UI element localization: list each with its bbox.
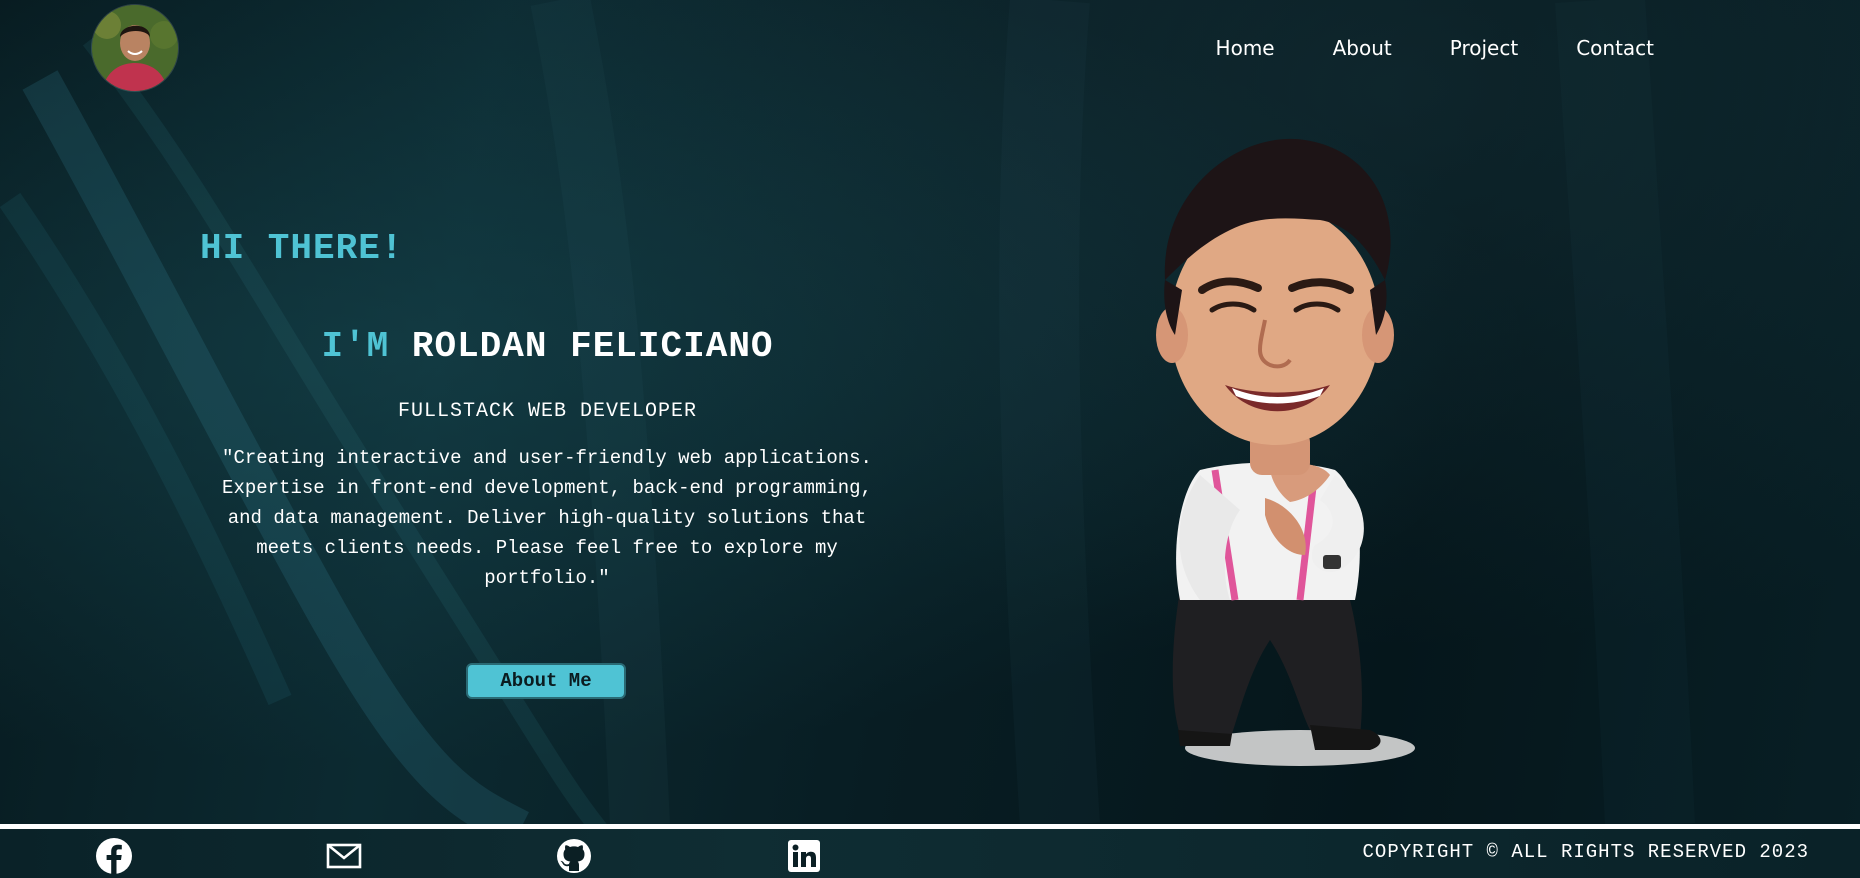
linkedin-link[interactable] (785, 837, 823, 875)
hero-im: I'M (321, 326, 390, 367)
about-me-button[interactable]: About Me (466, 663, 626, 699)
site-header: Home About Project Contact (0, 0, 1860, 100)
facebook-icon (96, 838, 132, 874)
copyright-text: COPYRIGHT © ALL RIGHTS RESERVED 2023 (1362, 841, 1809, 863)
nav-project-link[interactable]: Project (1450, 36, 1518, 60)
nav-home-link[interactable]: Home (1216, 36, 1275, 60)
main-nav: Home About Project Contact (1216, 36, 1654, 60)
linkedin-icon (788, 840, 820, 872)
github-link[interactable] (555, 837, 593, 875)
facebook-link[interactable] (95, 837, 133, 875)
hero-greeting: HI THERE! (200, 228, 404, 269)
email-link[interactable] (325, 837, 363, 875)
mail-icon (326, 843, 362, 869)
profile-avatar[interactable] (92, 5, 178, 91)
hero-description: "Creating interactive and user-friendly … (222, 447, 872, 589)
hero-name: ROLDAN FELICIANO (411, 326, 774, 367)
github-icon (557, 839, 591, 873)
site-footer: COPYRIGHT © ALL RIGHTS RESERVED 2023 (0, 829, 1860, 878)
hero-role: FULLSTACK WEB DEVELOPER (397, 400, 698, 423)
caricature-illustration (1156, 138, 1415, 766)
avatar-photo-icon (92, 5, 178, 91)
nav-about-link[interactable]: About (1333, 36, 1392, 60)
hero-name-line: I'M ROLDAN FELICIANO (0, 326, 1095, 367)
nav-contact-link[interactable]: Contact (1576, 36, 1654, 60)
